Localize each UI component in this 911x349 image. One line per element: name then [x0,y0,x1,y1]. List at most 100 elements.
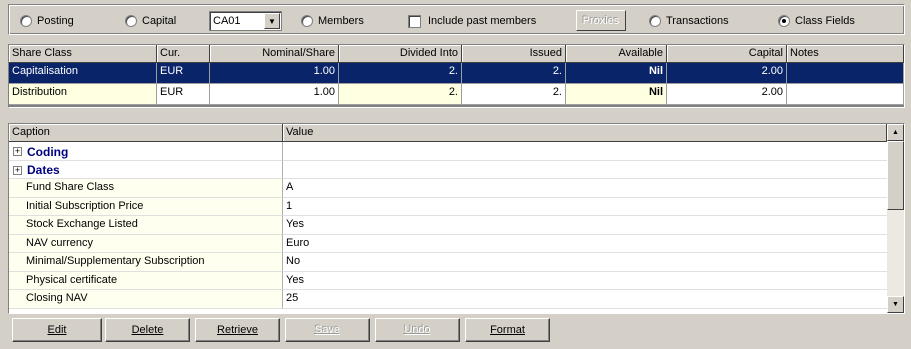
format-button[interactable]: Format [465,318,550,342]
posting-radio[interactable]: Posting [20,13,74,29]
transactions-radio[interactable]: Transactions [649,13,729,29]
scroll-up-arrow-icon[interactable]: ▲ [887,124,904,141]
property-value[interactable]: Euro [283,235,887,253]
share-grid-header: Share Class Cur. Nominal/Share Divided I… [9,45,904,63]
property-row[interactable]: Physical certificate Yes [9,271,887,290]
col-header-notes[interactable]: Notes [787,45,904,63]
scroll-thumb[interactable] [887,141,904,210]
share-class-grid: Share Class Cur. Nominal/Share Divided I… [8,44,905,108]
property-value[interactable]: No [283,253,887,272]
capital-radio-circle[interactable] [125,15,137,27]
cell-nominal[interactable]: 1.00 [210,63,339,84]
col-header-currency[interactable]: Cur. [157,45,210,63]
cell-notes[interactable] [787,63,904,84]
property-value[interactable]: Yes [283,216,887,235]
property-row[interactable]: Minimal/Supplementary Subscription No [9,253,887,272]
delete-button-label: Delete [131,324,164,336]
col-header-caption[interactable]: Caption [9,124,283,142]
property-row[interactable]: NAV currency Euro [9,234,887,253]
property-caption: Closing NAV [9,290,283,309]
scroll-down-arrow-icon[interactable]: ▼ [887,296,904,313]
code-select[interactable]: CA01 ▼ [209,11,282,31]
cell-available[interactable]: Nil [566,84,667,105]
include-past-members-label: Include past members [428,15,537,27]
col-header-divided-into[interactable]: Divided Into [339,45,462,63]
category-row-coding[interactable]: + Coding [9,142,887,161]
undo-button-label: Undo [404,324,431,336]
table-row[interactable]: Capitalisation EUR 1.00 2. 2. Nil 2.00 [9,63,904,84]
property-caption: Initial Subscription Price [9,197,283,216]
property-grid-header: Caption Value [9,124,887,142]
edit-button[interactable]: Edit [12,318,102,342]
transactions-radio-label: Transactions [666,15,729,27]
save-button-label: Save [314,324,341,336]
category-value [283,142,887,161]
proxies-button[interactable]: Proxies [576,10,626,31]
category-caption[interactable]: + Dates [9,160,283,179]
table-row[interactable]: Distribution EUR 1.00 2. 2. Nil 2.00 [9,84,904,105]
view-options-bar: Posting Capital CA01 ▼ Members Include p… [8,4,905,35]
col-header-nominal-share[interactable]: Nominal/Share [210,45,339,63]
cell-divided-into[interactable]: 2. [339,84,462,105]
property-caption: Minimal/Supplementary Subscription [9,253,283,272]
property-caption: NAV currency [9,234,283,253]
property-row[interactable]: Fund Share Class A [9,179,887,198]
dropdown-arrow-icon[interactable]: ▼ [264,13,280,29]
class-fields-radio[interactable]: Class Fields [778,13,855,29]
cell-available[interactable]: Nil [566,63,667,84]
cell-share-class[interactable]: Distribution [9,84,157,105]
property-caption: Fund Share Class [9,179,283,198]
category-value [283,160,887,179]
col-header-capital[interactable]: Capital [667,45,787,63]
category-label: Coding [27,144,69,159]
cell-nominal[interactable]: 1.00 [210,84,339,105]
include-past-members-check[interactable] [408,14,421,28]
expand-plus-icon[interactable]: + [13,165,22,175]
property-value[interactable]: Yes [283,272,887,290]
undo-button[interactable]: Undo [375,318,460,342]
cell-share-class[interactable]: Capitalisation [9,63,157,84]
capital-radio[interactable]: Capital [125,13,176,29]
transactions-radio-circle[interactable] [649,15,661,27]
col-header-available[interactable]: Available [566,45,667,63]
class-fields-radio-label: Class Fields [795,15,855,27]
members-radio-circle[interactable] [301,15,313,27]
members-radio[interactable]: Members [301,13,364,29]
code-select-value: CA01 [213,15,241,27]
delete-button[interactable]: Delete [105,318,190,342]
cell-capital[interactable]: 2.00 [667,63,787,84]
category-row-dates[interactable]: + Dates [9,160,887,179]
cell-capital[interactable]: 2.00 [667,84,787,105]
property-row[interactable]: Closing NAV 25 [9,290,887,309]
retrieve-button-label: Retrieve [217,324,258,336]
col-header-issued[interactable]: Issued [462,45,566,63]
category-caption[interactable]: + Coding [9,142,283,161]
class-fields-radio-circle[interactable] [778,15,790,27]
property-row[interactable]: Stock Exchange Listed Yes [9,216,887,235]
expand-plus-icon[interactable]: + [13,147,22,157]
category-label: Dates [27,163,60,178]
cell-issued[interactable]: 2. [462,63,566,84]
cell-issued[interactable]: 2. [462,84,566,105]
format-button-label: Format [490,324,525,336]
col-header-value[interactable]: Value [283,124,887,142]
class-fields-property-grid: Caption Value + Coding + Dates Fund Shar… [8,123,905,314]
col-header-share-class[interactable]: Share Class [9,45,157,63]
property-caption: Stock Exchange Listed [9,216,283,235]
cell-notes[interactable] [787,84,904,105]
property-value[interactable]: A [283,179,887,198]
property-value[interactable]: 25 [283,290,887,309]
property-value[interactable]: 1 [283,198,887,216]
include-past-members-checkbox[interactable]: Include past members [408,13,536,29]
property-caption: Physical certificate [9,271,283,290]
vertical-scrollbar[interactable]: ▲ ▼ [887,124,904,313]
edit-button-label: Edit [47,324,67,336]
cell-currency[interactable]: EUR [157,63,210,84]
property-grid-body: + Coding + Dates Fund Share Class A Init… [9,142,887,309]
cell-divided-into[interactable]: 2. [339,63,462,84]
property-row[interactable]: Initial Subscription Price 1 [9,197,887,216]
retrieve-button[interactable]: Retrieve [195,318,280,342]
save-button[interactable]: Save [285,318,370,342]
posting-radio-circle[interactable] [20,15,32,27]
cell-currency[interactable]: EUR [157,84,210,105]
